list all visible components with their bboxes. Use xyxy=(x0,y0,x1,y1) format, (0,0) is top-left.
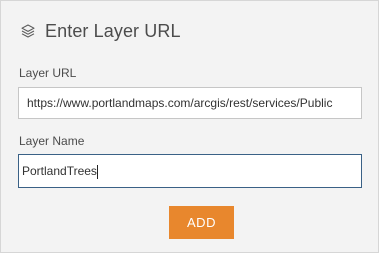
layer-name-value: PortlandTrees xyxy=(22,164,97,178)
add-button[interactable]: ADD xyxy=(169,206,234,239)
panel-title: Enter Layer URL xyxy=(45,20,181,41)
layer-url-label: Layer URL xyxy=(19,66,77,80)
layer-url-input[interactable]: https://www.portlandmaps.com/arcgis/rest… xyxy=(18,87,362,119)
layer-name-label: Layer Name xyxy=(19,134,85,148)
layer-name-input[interactable]: PortlandTrees xyxy=(18,154,362,188)
layer-url-value: https://www.portlandmaps.com/arcgis/rest… xyxy=(27,96,333,110)
add-layer-panel: Enter Layer URL Layer URL https://www.po… xyxy=(0,0,379,253)
layers-icon xyxy=(19,22,37,40)
panel-header: Enter Layer URL xyxy=(19,19,181,43)
text-cursor xyxy=(96,164,98,179)
